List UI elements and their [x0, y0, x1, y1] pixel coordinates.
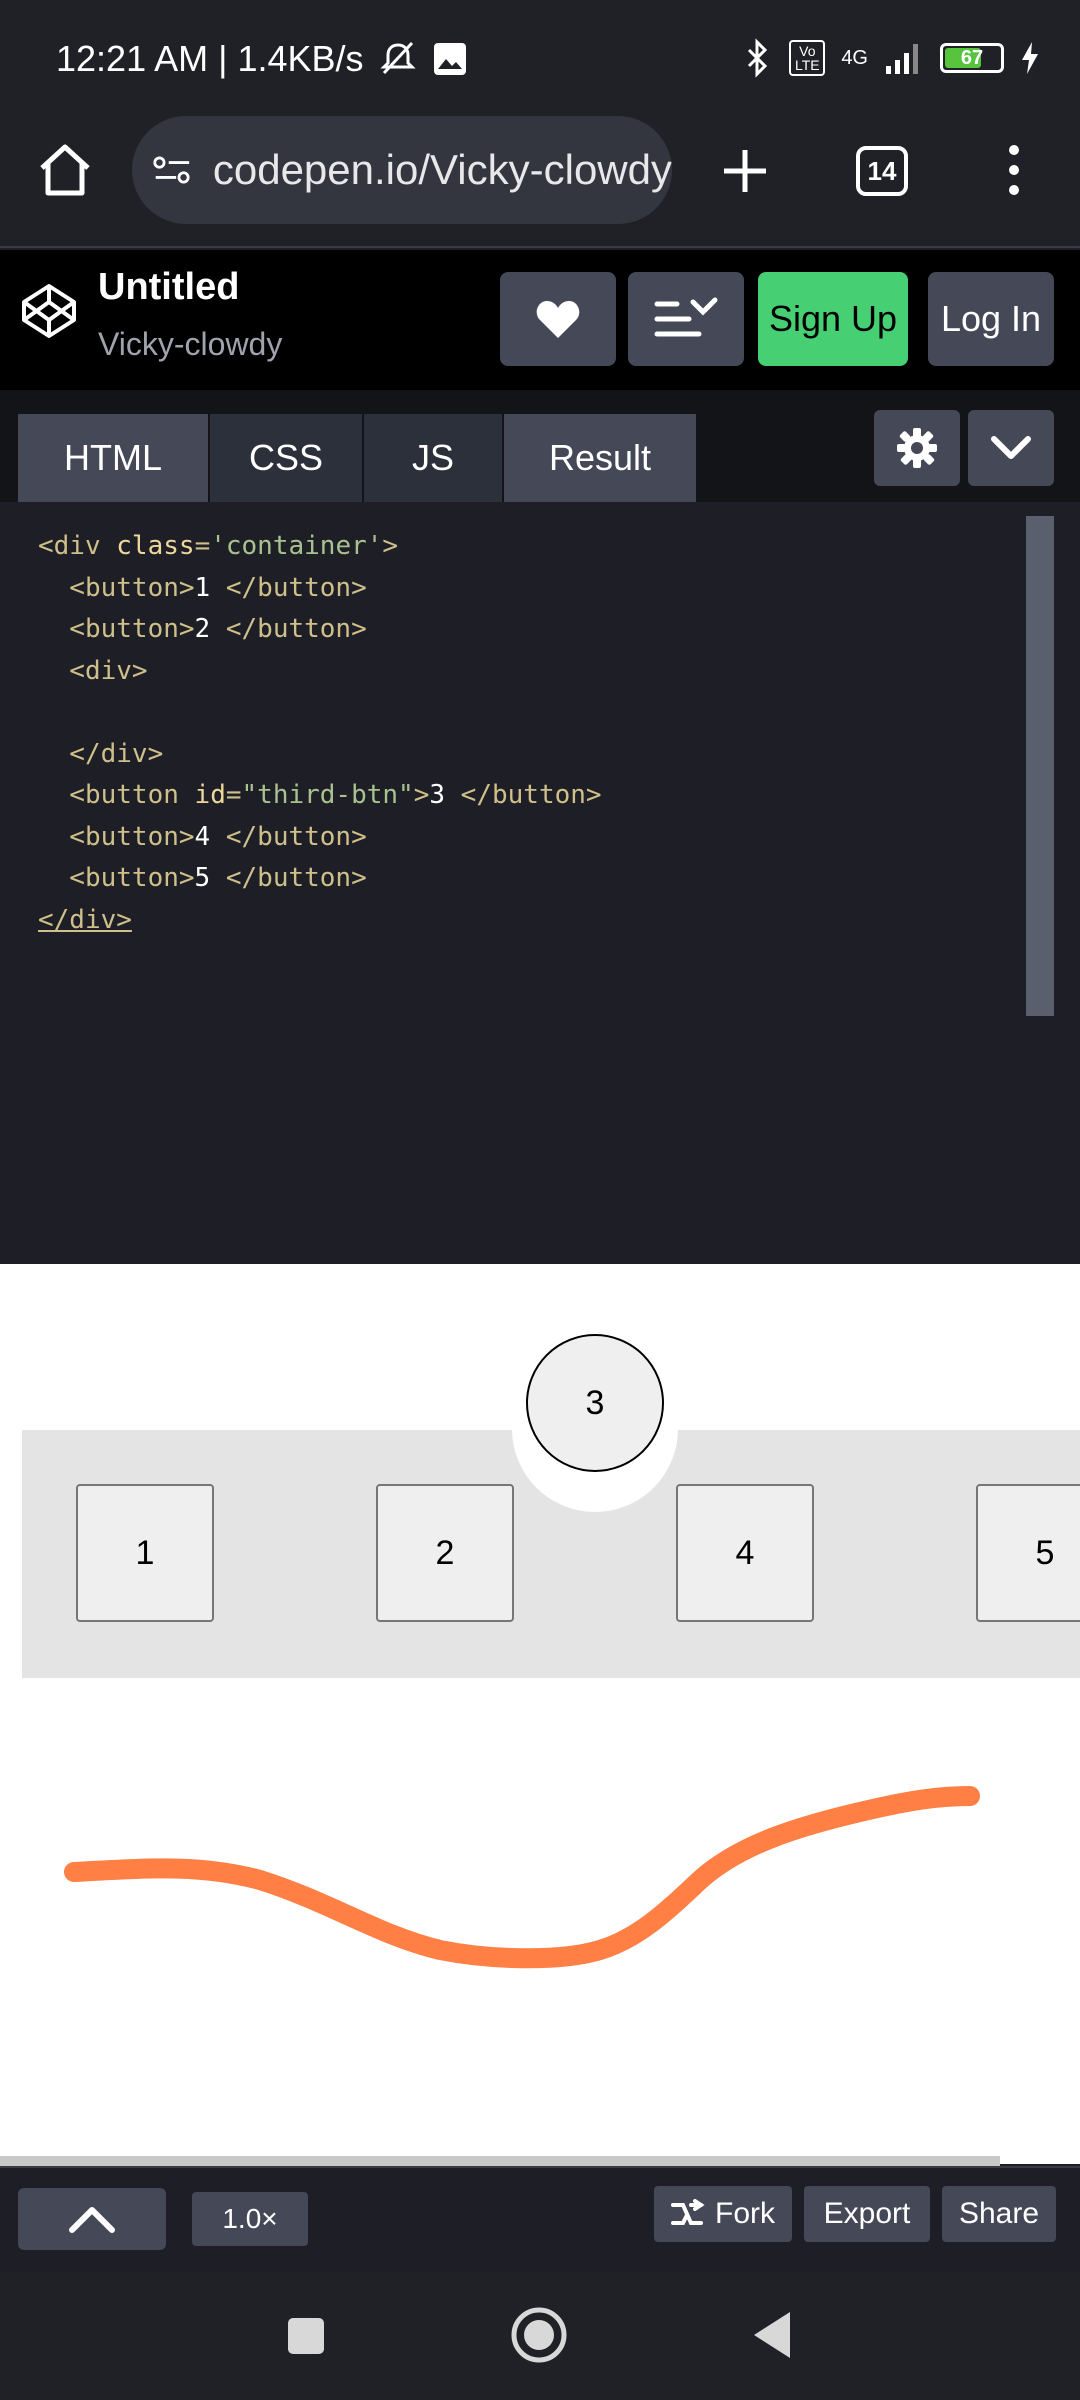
result-button-5[interactable]: 5: [976, 1484, 1080, 1622]
code-line-6: </div>: [38, 738, 164, 769]
battery-level: 67: [960, 46, 984, 69]
result-button-2[interactable]: 2: [376, 1484, 514, 1622]
editor-collapse-button[interactable]: [968, 410, 1054, 486]
tab-js[interactable]: JS: [364, 414, 502, 502]
love-button[interactable]: [500, 272, 616, 366]
editor-scrollbar[interactable]: [1026, 516, 1054, 1016]
zoom-level-button[interactable]: 1.0×: [192, 2192, 308, 2246]
hand-drawn-stroke: [64, 1786, 980, 1969]
tab-result[interactable]: Result: [504, 414, 696, 502]
result-button-4[interactable]: 4: [676, 1484, 814, 1622]
expand-console-button[interactable]: [18, 2188, 166, 2250]
pen-title[interactable]: Untitled: [98, 266, 239, 309]
battery-icon: 67: [940, 43, 1004, 73]
result-horizontal-scrollbar[interactable]: [0, 2156, 1000, 2166]
home-nav-icon[interactable]: [510, 2306, 568, 2364]
fork-label: Fork: [715, 2197, 775, 2230]
tab-html[interactable]: HTML: [18, 414, 208, 502]
fork-icon: [671, 2199, 705, 2225]
bluetooth-icon: [748, 38, 768, 78]
signal-icon: [886, 44, 918, 74]
pen-author[interactable]: Vicky-clowdy: [98, 326, 282, 363]
sign-up-button[interactable]: Sign Up: [758, 272, 908, 366]
fork-button[interactable]: Fork: [654, 2186, 792, 2242]
tab-switcher-button[interactable]: 14: [856, 146, 908, 196]
home-icon[interactable]: [36, 142, 94, 198]
divider: [0, 246, 1080, 248]
result-button-1[interactable]: 1: [76, 1484, 214, 1622]
html-code[interactable]: <div class='container'> <button>1 </butt…: [38, 526, 602, 941]
status-time: 12:21 AM | 1.4KB/s: [56, 38, 364, 79]
status-right: Vo LTE 4G 67: [743, 38, 1040, 78]
network-type: 4G: [841, 46, 868, 69]
volte-badge: Vo LTE: [789, 40, 826, 76]
code-line-9: <button>5 </button>: [38, 863, 367, 893]
code-line-3: <button>2 </button>: [38, 614, 367, 644]
code-line-4: <div>: [38, 655, 148, 686]
back-icon[interactable]: [752, 2310, 792, 2360]
code-line-7: <button id="third-btn">3 </button>: [38, 780, 602, 810]
codepen-logo-icon[interactable]: [20, 282, 78, 340]
chevron-up-icon: [69, 2207, 115, 2233]
code-line-1: <div class='container'>: [38, 531, 399, 561]
gear-icon: [897, 428, 937, 468]
export-button[interactable]: Export: [804, 2186, 930, 2242]
new-tab-icon[interactable]: [720, 146, 770, 196]
layout-icon: [654, 297, 718, 337]
address-bar[interactable]: codepen.io/Vicky-clowdy: [132, 116, 672, 224]
code-line-2: <button>1 </button>: [38, 572, 367, 603]
mute-icon: [379, 41, 416, 75]
editor-settings-button[interactable]: [874, 410, 960, 486]
log-in-button[interactable]: Log In: [928, 272, 1054, 366]
charging-icon: [1022, 42, 1038, 74]
change-view-button[interactable]: [628, 272, 744, 366]
code-line-8: <button>4 </button>: [38, 821, 367, 852]
chevron-down-icon: [991, 436, 1031, 459]
heart-icon: [536, 301, 580, 338]
result-button-3[interactable]: 3: [526, 1334, 664, 1472]
url-text[interactable]: codepen.io/Vicky-clowdy: [213, 146, 672, 194]
recents-icon[interactable]: [286, 2316, 326, 2356]
image-notification-icon: [433, 43, 466, 75]
tab-css[interactable]: CSS: [210, 414, 362, 502]
share-button[interactable]: Share: [942, 2186, 1056, 2242]
more-options-icon[interactable]: [1000, 140, 1028, 200]
code-line-10: </div>: [38, 904, 132, 935]
status-left: 12:21 AM | 1.4KB/s: [56, 38, 468, 80]
site-settings-icon[interactable]: [152, 150, 193, 190]
